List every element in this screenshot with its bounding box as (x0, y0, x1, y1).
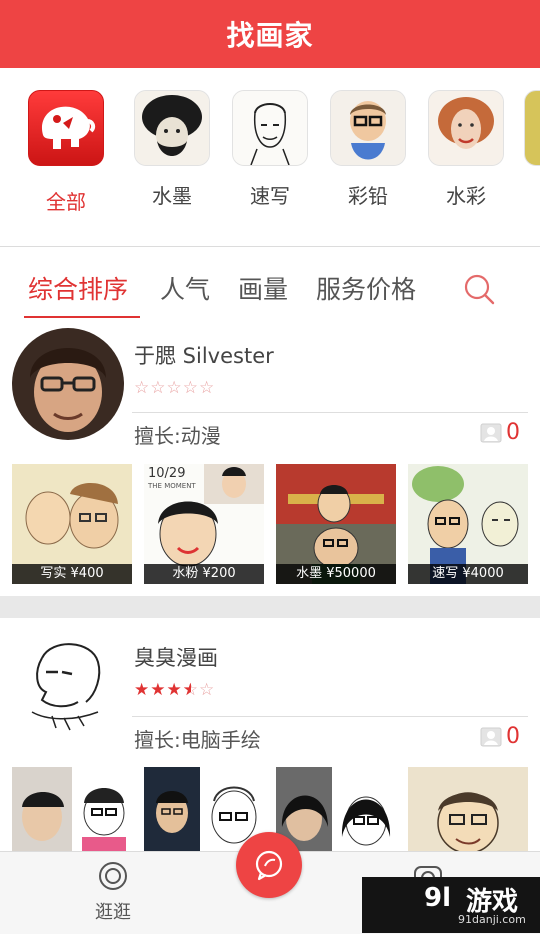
star-empty-icon: ☆ (182, 378, 199, 398)
search-icon[interactable] (462, 272, 496, 306)
artist-name: 臭臭漫画 (134, 646, 218, 670)
tab-popularity[interactable]: 人气 (160, 270, 210, 306)
elephant-logo-icon (28, 90, 104, 166)
active-tab-indicator (24, 316, 140, 318)
portrait-card-icon (480, 727, 502, 746)
rating-stars: ★★★☆★☆ (134, 680, 215, 700)
category-sketch[interactable]: 速写 (232, 90, 308, 209)
avatar[interactable] (12, 628, 124, 740)
category-all[interactable]: 全部 (28, 90, 104, 215)
section-separator (0, 596, 540, 618)
tab-volume[interactable]: 画量 (238, 270, 288, 306)
star-empty-icon: ☆ (199, 378, 216, 398)
portrait-partial-thumb (524, 90, 540, 166)
category-label: 彩铅 (348, 184, 388, 208)
star-half-icon: ☆★ (182, 680, 199, 700)
category-watercolor[interactable]: 水彩 (428, 90, 504, 209)
tab-price[interactable]: 服务价格 (316, 270, 416, 306)
artist-specialty: 擅长:动漫 (134, 424, 221, 448)
app-header: 找画家 (0, 0, 540, 68)
artwork-thumb[interactable]: 10/29 THE MOMENT 水粉 ¥200 (144, 464, 264, 584)
artwork-thumb[interactable] (144, 767, 264, 851)
watermark: 9l 游戏 91danji.com (362, 877, 540, 933)
sort-tabs: 综合排序 人气 画量 服务价格 (0, 258, 540, 320)
browse-icon (99, 862, 127, 890)
artwork-thumb[interactable] (12, 767, 132, 851)
star-empty-icon: ☆ (166, 378, 183, 398)
category-label: 水墨 (152, 184, 192, 208)
star-filled-icon: ★ (134, 680, 151, 700)
artwork-caption: 水粉 ¥200 (144, 564, 264, 584)
artist-card[interactable]: 臭臭漫画 ★★★☆★☆ 擅长:电脑手绘 0 (0, 618, 540, 851)
category-ink[interactable]: 水墨 (134, 90, 210, 209)
category-strip[interactable]: 全部 水墨 速写 彩铅 水彩 (0, 68, 540, 246)
portrait-ink-thumb (134, 90, 210, 166)
artwork-thumb[interactable] (408, 767, 528, 851)
star-filled-icon: ★ (150, 680, 167, 700)
center-action-button[interactable] (236, 832, 302, 898)
artwork-caption: 水墨 ¥50000 (276, 564, 396, 584)
artwork-thumb[interactable] (276, 767, 396, 851)
tab-overall[interactable]: 综合排序 (28, 270, 128, 306)
artwork-thumb[interactable]: 写实 ¥400 (12, 464, 132, 584)
artist-name: 于腮 Silvester (134, 344, 274, 368)
artwork-overlay-sub: THE MOMENT (148, 482, 196, 490)
watermark-logo: 9l (424, 883, 452, 913)
category-label: 速写 (250, 184, 290, 208)
star-empty-icon: ☆ (199, 680, 216, 700)
artwork-thumb[interactable]: 速写 ¥4000 (408, 464, 528, 584)
portrait-sketch-thumb (232, 90, 308, 166)
artwork-count: 0 (480, 724, 520, 749)
divider (132, 412, 528, 413)
watermark-url: 91danji.com (458, 913, 526, 926)
artist-card[interactable]: 于腮 Silvester ☆☆☆☆☆ 擅长:动漫 0 写实 ¥400 10/29… (0, 320, 540, 596)
works-gallery: 写实 ¥400 10/29 THE MOMENT 水粉 ¥200 水墨 ¥500… (0, 464, 540, 584)
artist-specialty: 擅长:电脑手绘 (134, 728, 261, 752)
artwork-count-value: 0 (506, 420, 520, 445)
artwork-thumb[interactable]: 水墨 ¥50000 (276, 464, 396, 584)
nav-browse-label: 逛逛 (95, 902, 131, 923)
star-empty-icon: ☆ (150, 378, 167, 398)
artwork-caption: 速写 ¥4000 (408, 564, 528, 584)
divider (132, 716, 528, 717)
nav-browse[interactable]: 逛逛 (86, 860, 140, 924)
portrait-watercolor-thumb (428, 90, 504, 166)
page-title: 找画家 (226, 19, 314, 52)
category-label: 水彩 (446, 184, 486, 208)
portrait-pencil-thumb (330, 90, 406, 166)
artwork-count: 0 (480, 420, 520, 445)
divider (0, 246, 540, 247)
portrait-card-icon (480, 423, 502, 442)
star-empty-icon: ☆ (134, 378, 151, 398)
chat-bubble-icon (255, 850, 283, 881)
artwork-overlay-date: 10/29 (148, 466, 186, 481)
star-filled-icon: ★ (166, 680, 183, 700)
artwork-caption: 写实 ¥400 (12, 564, 132, 584)
avatar[interactable] (12, 328, 124, 440)
rating-stars: ☆☆☆☆☆ (134, 378, 215, 398)
category-colored-pencil[interactable]: 彩铅 (330, 90, 406, 209)
category-more[interactable] (524, 90, 540, 166)
artwork-count-value: 0 (506, 724, 520, 749)
category-label: 全部 (46, 190, 86, 214)
